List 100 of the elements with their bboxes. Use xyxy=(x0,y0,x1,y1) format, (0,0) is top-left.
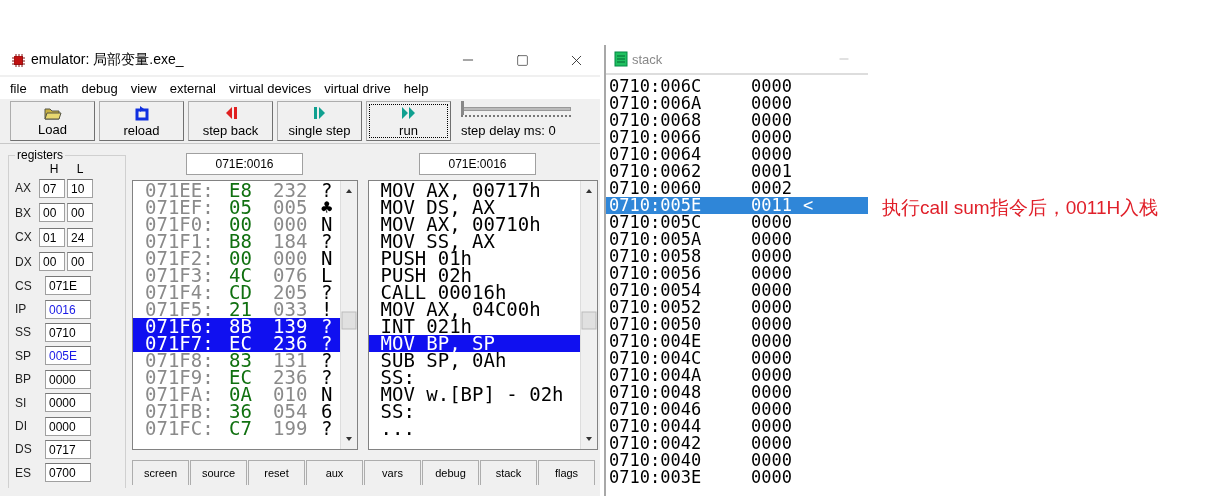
memory-row[interactable]: 071F0: 00 000 N xyxy=(133,216,340,233)
instruction-row[interactable]: PUSH 02h xyxy=(368,267,580,284)
register-field[interactable]: 00 xyxy=(67,203,93,223)
menu-item[interactable]: debug xyxy=(81,80,118,96)
scrollbar[interactable] xyxy=(339,181,357,449)
register-field[interactable]: 005E xyxy=(45,346,91,366)
register-field[interactable]: 0000 xyxy=(45,393,91,413)
instruction-row[interactable]: MOV BP, SP xyxy=(368,335,580,352)
register-field[interactable]: 07 xyxy=(39,178,65,198)
address-field[interactable]: 071E:0016 xyxy=(419,153,536,175)
stack-row[interactable]: 0710:005C 0000 xyxy=(606,214,868,231)
memory-row[interactable]: 071F7: EC 236 ? xyxy=(133,335,340,352)
panel-button[interactable]: debug xyxy=(422,460,479,485)
register-field[interactable]: 071E xyxy=(45,276,91,296)
memory-row[interactable]: 071F6: 8B 139 ? xyxy=(133,318,340,335)
memory-row[interactable]: 071FB: 36 054 6 xyxy=(133,403,340,420)
toolbar-button[interactable]: run xyxy=(366,101,451,141)
toolbar-button[interactable]: reload xyxy=(99,101,184,141)
memory-row[interactable]: 071F3: 4C 076 L xyxy=(133,267,340,284)
memory-row[interactable]: 071FC: C7 199 ? xyxy=(133,420,340,437)
panel-button[interactable]: reset xyxy=(248,460,305,485)
toolbar-button[interactable]: step back xyxy=(188,101,273,141)
memory-row[interactable]: 071FA: 0A 010 N xyxy=(133,386,340,403)
memory-row[interactable]: 071F2: 00 000 N xyxy=(133,250,340,267)
panel-button[interactable]: aux xyxy=(306,460,363,485)
menu-item[interactable]: help xyxy=(403,80,429,96)
stack-row[interactable]: 0710:0048 0000 xyxy=(606,384,868,401)
stack-row[interactable]: 0710:004A 0000 xyxy=(606,367,868,384)
stack-row[interactable]: 0710:0068 0000 xyxy=(606,112,868,129)
instruction-row[interactable]: MOV AX, 00710h xyxy=(368,216,580,233)
instruction-row[interactable]: SS: xyxy=(368,369,580,386)
stack-row[interactable]: 0710:0060 0002 xyxy=(606,180,868,197)
register-field[interactable]: 00 xyxy=(67,252,93,272)
register-field[interactable]: 01 xyxy=(39,227,65,247)
stack-row[interactable]: 0710:0058 0000 xyxy=(606,248,868,265)
register-field[interactable]: 0000 xyxy=(45,369,91,389)
toolbar-button[interactable]: single step xyxy=(277,101,362,141)
register-field[interactable]: 0717 xyxy=(45,439,91,459)
register-field[interactable]: 0710 xyxy=(45,322,91,342)
register-field[interactable]: 24 xyxy=(67,227,93,247)
register-field[interactable]: 10 xyxy=(67,178,93,198)
stack-row[interactable]: 0710:0042 0000 xyxy=(606,435,868,452)
memory-row[interactable]: 071F1: B8 184 ? xyxy=(133,233,340,250)
memory-row[interactable]: 071EF: 05 005 ♣ xyxy=(133,199,340,216)
stack-row[interactable]: 0710:004E 0000 xyxy=(606,333,868,350)
instruction-row[interactable]: SS: xyxy=(368,403,580,420)
memory-row[interactable]: 071F8: 83 131 ? xyxy=(133,352,340,369)
register-field[interactable]: 00 xyxy=(39,252,65,272)
menu-item[interactable]: virtual devices xyxy=(228,80,312,96)
stack-row[interactable]: 0710:006A 0000 xyxy=(606,95,868,112)
register-field[interactable]: 00 xyxy=(39,203,65,223)
memory-row[interactable]: 071F5: 21 033 ! xyxy=(133,301,340,318)
slider-thumb[interactable] xyxy=(461,100,464,115)
panel-button[interactable]: source xyxy=(190,460,247,485)
stack-row[interactable]: 0710:0044 0000 xyxy=(606,418,868,435)
panel-button[interactable]: vars xyxy=(364,460,421,485)
register-field[interactable]: 0700 xyxy=(45,463,91,483)
panel-button[interactable]: flags xyxy=(538,460,595,485)
panel-button[interactable]: screen xyxy=(132,460,189,485)
memory-row[interactable]: 071F9: EC 236 ? xyxy=(133,369,340,386)
step-delay-slider[interactable] xyxy=(461,104,571,117)
address-field[interactable]: 071E:0016 xyxy=(186,153,303,175)
instruction-row[interactable]: SUB SP, 0Ah xyxy=(368,352,580,369)
instruction-row[interactable]: MOV SS, AX xyxy=(368,233,580,250)
stack-row[interactable]: 0710:0062 0001 xyxy=(606,163,868,180)
stack-row[interactable]: 0710:0056 0000 xyxy=(606,265,868,282)
instruction-row[interactable]: MOV AX, 04C00h xyxy=(368,301,580,318)
instruction-row[interactable]: CALL 00016h xyxy=(368,284,580,301)
instruction-row[interactable]: ... xyxy=(368,420,580,437)
stack-row[interactable]: 0710:004C 0000 xyxy=(606,350,868,367)
instruction-row[interactable]: MOV DS, AX xyxy=(368,199,580,216)
stack-row[interactable]: 0710:005E 0011 < xyxy=(606,197,868,214)
stack-row[interactable]: 0710:0040 0000 xyxy=(606,452,868,469)
menu-item[interactable]: external xyxy=(169,80,216,96)
scrollbar[interactable] xyxy=(580,181,597,449)
stack-row[interactable]: 0710:0052 0000 xyxy=(606,299,868,316)
stack-row[interactable]: 0710:0054 0000 xyxy=(606,282,868,299)
stack-row[interactable]: 0710:0064 0000 xyxy=(606,146,868,163)
stack-row[interactable]: 0710:005A 0000 xyxy=(606,231,868,248)
menu-item[interactable]: math xyxy=(39,80,69,96)
instruction-row[interactable]: MOV AX, 00717h xyxy=(368,182,580,199)
instruction-row[interactable]: PUSH 01h xyxy=(368,250,580,267)
stack-row[interactable]: 0710:006C 0000 xyxy=(606,78,868,95)
register-field[interactable]: 0000 xyxy=(45,416,91,436)
list-icon xyxy=(614,51,628,67)
toolbar-button[interactable]: Load xyxy=(10,101,95,141)
register-field[interactable]: 0016 xyxy=(45,299,91,319)
stack-row[interactable]: 0710:0050 0000 xyxy=(606,316,868,333)
memory-row[interactable]: 071F4: CD 205 ? xyxy=(133,284,340,301)
stack-row[interactable]: 0710:0066 0000 xyxy=(606,129,868,146)
menu-item[interactable]: view xyxy=(130,80,157,96)
instruction-row[interactable]: INT 021h xyxy=(368,318,580,335)
stack-row[interactable]: 0710:0046 0000 xyxy=(606,401,868,418)
stack-row[interactable]: 0710:003E 0000 xyxy=(606,469,868,486)
memory-row[interactable]: 071EE: E8 232 ? xyxy=(133,182,340,199)
window-title: stack xyxy=(632,51,664,67)
menu-item[interactable]: virtual drive xyxy=(324,80,391,96)
panel-button[interactable]: stack xyxy=(480,460,537,485)
instruction-row[interactable]: MOV w.[BP] - 02h xyxy=(368,386,580,403)
menu-item[interactable]: file xyxy=(10,80,27,96)
